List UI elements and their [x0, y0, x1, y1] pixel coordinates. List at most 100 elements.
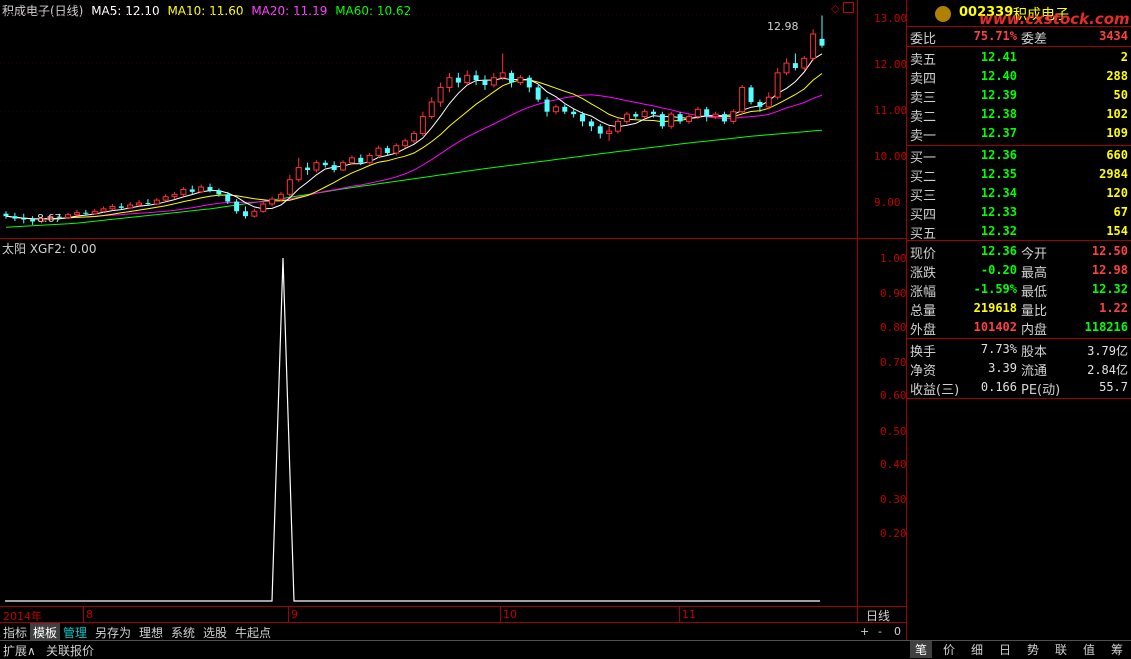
zoom-in-button[interactable]: + [860, 625, 869, 638]
candle-body [366, 154, 373, 164]
candle-body [730, 111, 737, 122]
bid-volume: 154 [1106, 224, 1128, 238]
candle-body [615, 120, 621, 132]
candle-body [509, 72, 515, 83]
candle-body [295, 167, 302, 181]
time-month-10: 10 [503, 608, 517, 621]
tab-save-as[interactable]: 另存为 [92, 623, 134, 640]
candle-body [136, 202, 143, 206]
main-chart[interactable]: 积成电子(日线) MA5: 12.10 MA10: 11.60 MA20: 11… [0, 0, 857, 238]
candle-body [792, 63, 798, 68]
stat-label: 现价 [910, 247, 937, 262]
ask-price: 12.39 [980, 88, 1017, 102]
quote-tab[interactable]: 筹 [1106, 641, 1128, 658]
bid-price: 12.33 [980, 205, 1017, 219]
fundamental-row: 收益(三) 0.166 PE(动) 55.7 [909, 378, 1131, 398]
time-month-9: 9 [291, 608, 298, 621]
candle-body [694, 108, 701, 118]
wei-bi-row: 委比 75.71% 委差 3434 [909, 27, 1131, 47]
candle-body [819, 38, 825, 46]
bid-row: 买五 12.32 154 [909, 222, 1131, 242]
candle-body [419, 116, 426, 135]
quote-tab[interactable]: 价 [938, 641, 960, 658]
quote-tab[interactable]: 势 [1022, 641, 1044, 658]
candle-body [455, 77, 461, 83]
low-annotation: 8.67 [37, 212, 62, 225]
ask-label: 卖三 [910, 91, 937, 106]
stat-value: 219618 [973, 301, 1017, 315]
stat-value: 101402 [973, 320, 1017, 334]
quote-tab[interactable]: 日 [994, 641, 1016, 658]
wei-cha-value: 3434 [1099, 29, 1128, 43]
tab-stock-picker[interactable]: 选股 [200, 623, 230, 640]
candle-body [650, 111, 656, 115]
candle-body [464, 74, 471, 84]
ask-volume: 288 [1106, 69, 1128, 83]
fund-value: 3.39 [988, 361, 1017, 375]
stat-value-2: 118216 [1084, 320, 1128, 334]
candle-body [473, 75, 479, 81]
quote-tab[interactable]: 笔 [910, 641, 932, 658]
candle-body [260, 203, 267, 212]
stat-value-2: 12.32 [1091, 282, 1128, 296]
candle-body [704, 109, 710, 117]
candle-body [428, 101, 435, 118]
candle-body [623, 113, 630, 122]
candle-body [562, 106, 568, 112]
candle-body [571, 111, 577, 115]
candle-body [685, 116, 692, 122]
window-restore-icon[interactable] [843, 2, 854, 13]
zoom-reset-button[interactable]: 0 [894, 625, 901, 638]
price-tick: 12.00 [874, 58, 908, 71]
tab-indicator[interactable]: 指标 [0, 623, 30, 640]
fundamental-row: 净资 3.39 流通 2.84亿 [909, 359, 1131, 379]
tab-niuqidian[interactable]: 牛起点 [232, 623, 274, 640]
quote-tab[interactable]: 联 [1050, 641, 1072, 658]
indicator-panel[interactable]: 太阳 XGF2: 0.00 [0, 239, 857, 605]
candle-body [189, 189, 195, 192]
wei-bi-label: 委比 [910, 32, 937, 47]
indicator-tick: 0.40 [880, 458, 907, 471]
candlestick-chart[interactable] [0, 0, 857, 238]
zoom-out-button[interactable]: - [878, 625, 882, 638]
candle-body [526, 77, 532, 88]
stat-label: 外盘 [910, 323, 937, 338]
stat-label: 涨幅 [910, 285, 937, 300]
candle-body [641, 111, 648, 118]
bid-label: 买一 [910, 151, 937, 166]
diamond-icon[interactable]: ◇ [831, 2, 839, 15]
candle-body [437, 86, 444, 103]
candle-body [765, 96, 772, 108]
stat-row: 外盘 101402 内盘 118216 [909, 318, 1131, 338]
candle-body [774, 72, 781, 98]
tab-ideal[interactable]: 理想 [136, 623, 166, 640]
candle-body [402, 140, 409, 147]
tab-system[interactable]: 系统 [168, 623, 198, 640]
fund-label-2: 股本 [1021, 345, 1048, 360]
bid-price: 12.36 [980, 148, 1017, 162]
candle-body [83, 212, 89, 214]
ask-volume: 102 [1106, 107, 1128, 121]
candle-body [322, 162, 328, 166]
tab-manage[interactable]: 管理 [60, 623, 90, 640]
ask-price: 12.41 [980, 50, 1017, 64]
related-quote-button[interactable]: 关联报价 [46, 642, 94, 659]
tab-template[interactable]: 模板 [30, 623, 61, 640]
candle-body [757, 102, 763, 107]
quote-tab[interactable]: 细 [966, 641, 988, 658]
candle-body [411, 133, 417, 142]
expand-button[interactable]: 扩展∧ [3, 642, 36, 659]
candle-body [180, 188, 187, 195]
indicator-line [5, 257, 820, 602]
stat-row: 涨幅 -1.59% 最低 12.32 [909, 280, 1131, 300]
quote-tab[interactable]: 值 [1078, 641, 1100, 658]
candle-body [100, 208, 107, 212]
candle-body [712, 113, 719, 118]
bid-label: 买三 [910, 189, 937, 204]
indicator-tick: 0.70 [880, 356, 907, 369]
candle-body [721, 114, 727, 122]
wei-bi-value: 75.71% [973, 29, 1017, 43]
stat-label: 涨跌 [910, 266, 937, 281]
high-annotation: 12.98 [767, 20, 799, 33]
candle-body [739, 86, 746, 113]
